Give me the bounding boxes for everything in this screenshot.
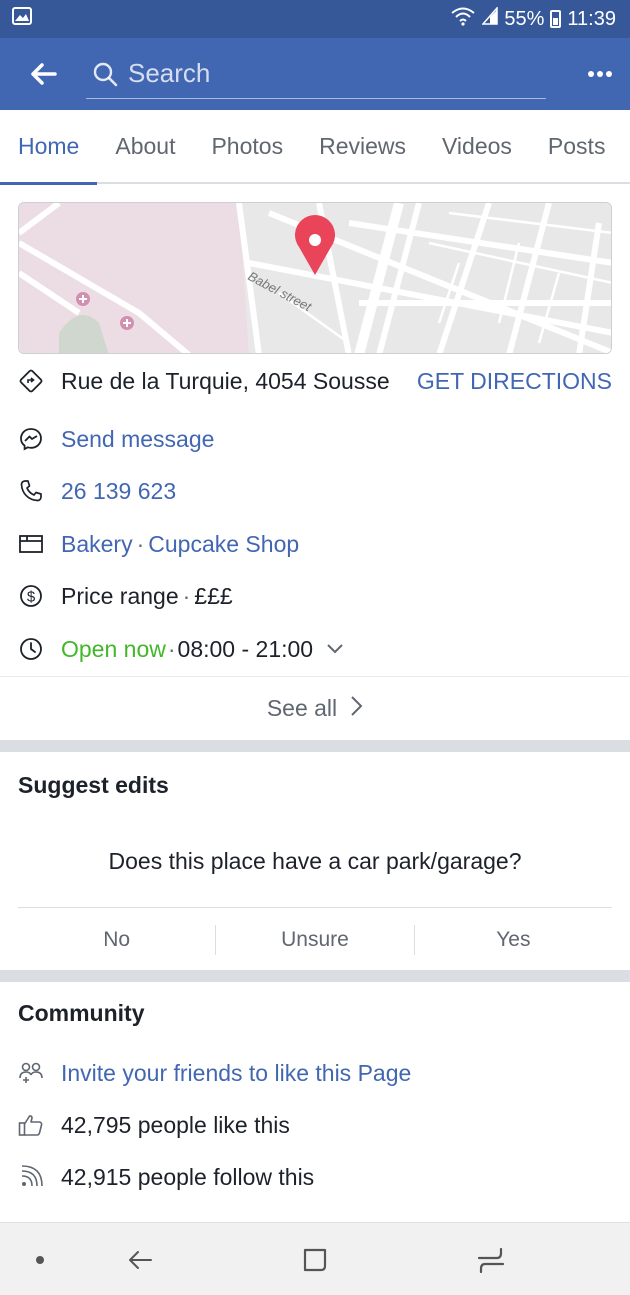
opening-hours: 08:00 - 21:00 (177, 635, 314, 662)
nav-home-button[interactable] (290, 1223, 340, 1295)
back-arrow-icon (31, 63, 57, 85)
thumbs-up-icon (18, 1112, 44, 1138)
chevron-right-icon (351, 695, 363, 722)
status-bar: 55% 11:39 (0, 0, 630, 38)
status-indicators: 55% 11:39 (450, 6, 616, 32)
signal-icon (481, 6, 499, 31)
hours-row[interactable]: Open now · 08:00 - 21:00 (18, 630, 612, 668)
answer-unsure-button[interactable]: Unsure (216, 928, 413, 952)
clock-time: 11:39 (567, 7, 616, 30)
car-park-question: Does this place have a car park/garage? (108, 848, 522, 874)
back-icon (129, 1250, 152, 1269)
search-icon (93, 62, 118, 86)
system-navigation-bar (0, 1222, 630, 1295)
chevron-down-icon (327, 644, 343, 654)
more-icon (588, 71, 612, 77)
address-row: Rue de la Turquie, 4054 Sousse GET DIREC… (18, 362, 612, 400)
home-square-icon (303, 1248, 327, 1271)
price-range-row: $ Price range · £££ (18, 577, 612, 615)
answer-no-button[interactable]: No (18, 928, 215, 952)
dot-icon (36, 1255, 44, 1264)
see-all-button[interactable]: See all (0, 676, 630, 740)
phone-row[interactable]: 26 139 623 (18, 472, 612, 510)
page-tabs: Home About Photos Reviews Videos Posts (0, 109, 630, 185)
follows-row: 42,915 people follow this (18, 1158, 612, 1196)
rss-follow-icon (18, 1164, 44, 1190)
suggest-edits-title: Suggest edits (18, 772, 169, 798)
community-title: Community (18, 1000, 145, 1026)
tab-home[interactable]: Home (0, 109, 98, 185)
phone-icon (18, 478, 44, 504)
recents-icon (477, 1247, 505, 1273)
likes-row: 42,795 people like this (18, 1106, 612, 1144)
tab-posts[interactable]: Posts (530, 109, 624, 183)
invite-friends-icon (18, 1060, 44, 1086)
see-all-label: See all (266, 695, 338, 721)
price-separator: · (182, 582, 191, 609)
category-cupcake-shop-link[interactable]: Cupcake Shop (148, 531, 299, 558)
wifi-icon (450, 6, 476, 32)
more-button[interactable] (570, 38, 630, 110)
back-button[interactable] (0, 38, 86, 110)
send-message-link[interactable]: Send message (61, 426, 214, 453)
price-range-label: Price range (61, 582, 179, 609)
get-directions-button[interactable]: GET DIRECTIONS (417, 368, 612, 395)
nav-recents-button[interactable] (466, 1223, 516, 1295)
svg-text:$: $ (27, 589, 36, 606)
answer-options: No Unsure Yes (18, 907, 612, 971)
phone-number-link[interactable]: 26 139 623 (61, 478, 176, 505)
address-text: Rue de la Turquie, 4054 Sousse (61, 367, 390, 394)
answer-yes-button[interactable]: Yes (415, 928, 612, 952)
app-bar: Search (0, 38, 630, 110)
nav-back-button[interactable] (115, 1223, 165, 1295)
invite-friends-row[interactable]: Invite your friends to like this Page (18, 1054, 612, 1092)
hours-separator: · (167, 635, 176, 662)
follows-count-text: 42,915 people follow this (61, 1163, 315, 1190)
image-icon (12, 7, 32, 31)
category-bakery-link[interactable]: Bakery (61, 531, 133, 558)
tab-reviews[interactable]: Reviews (301, 109, 424, 183)
section-divider (0, 970, 630, 982)
storefront-icon (18, 531, 44, 557)
section-divider (0, 740, 630, 752)
likes-count-text: 42,795 people like this (61, 1111, 290, 1138)
directions-sign-icon (18, 368, 44, 394)
invite-friends-link[interactable]: Invite your friends to like this Page (61, 1060, 411, 1087)
price-range-value: £££ (194, 582, 233, 609)
category-row: Bakery · Cupcake Shop (18, 525, 612, 563)
send-message-row[interactable]: Send message (18, 420, 612, 458)
tab-about[interactable]: About (97, 109, 193, 183)
tab-videos[interactable]: Videos (424, 109, 530, 183)
location-map[interactable]: Babel street (18, 202, 612, 354)
messenger-icon (18, 426, 44, 452)
clock-icon (18, 636, 44, 662)
category-separator: · (136, 530, 145, 557)
search-input[interactable]: Search (86, 49, 546, 99)
dollar-icon: $ (18, 583, 44, 609)
battery-icon (550, 10, 562, 28)
nav-dot-button[interactable] (20, 1223, 60, 1295)
tab-photos[interactable]: Photos (193, 109, 301, 183)
search-placeholder: Search (128, 58, 211, 88)
open-now-status: Open now (61, 635, 166, 662)
battery-percent: 55% (504, 7, 545, 30)
